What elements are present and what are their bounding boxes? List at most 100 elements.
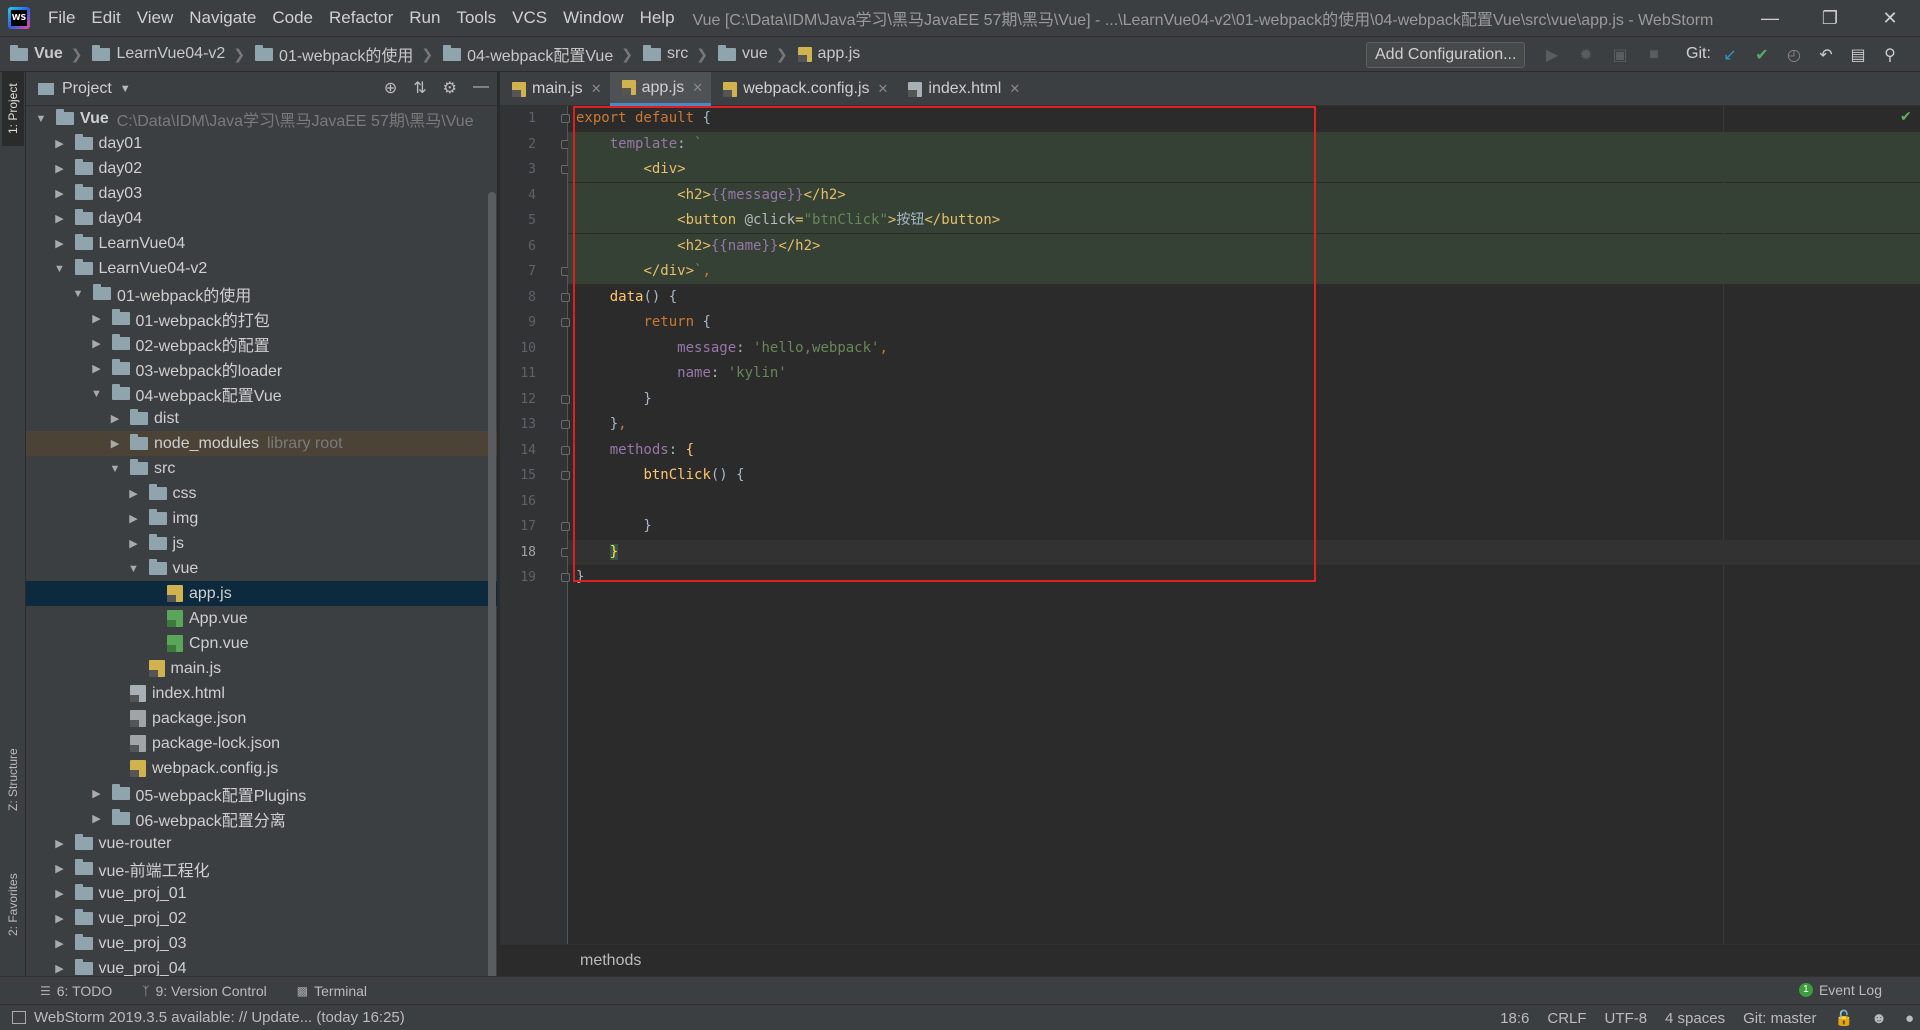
- code-line[interactable]: <button @click="btnClick">按钮</button>: [568, 208, 1920, 233]
- collapsed-arrow-icon[interactable]: ▶: [90, 362, 104, 375]
- memory-icon[interactable]: ●: [1905, 1010, 1914, 1027]
- debug-icon[interactable]: ✹: [1576, 45, 1596, 65]
- editor-tab[interactable]: webpack.config.js ✕: [711, 72, 896, 106]
- window-layout-icon[interactable]: ▤: [1848, 45, 1868, 65]
- expanded-arrow-icon[interactable]: ▼: [90, 388, 104, 400]
- tree-item[interactable]: ▼ LearnVue04-v2: [26, 256, 497, 281]
- tree-item[interactable]: ▶ vue-router: [26, 831, 497, 856]
- tree-item[interactable]: ▶ LearnVue04: [26, 231, 497, 256]
- tool-windows-toggle-icon[interactable]: [12, 1011, 26, 1024]
- tree-item[interactable]: ▼ Vue C:\Data\IDM\Java学习\黑马JavaEE 57期\黑马\V…: [26, 106, 497, 131]
- editor-tab[interactable]: main.js ✕: [500, 72, 610, 106]
- todo-tool-button[interactable]: ☰ 6: TODO: [40, 983, 112, 999]
- collapsed-arrow-icon[interactable]: ▶: [90, 337, 104, 350]
- close-tab-icon[interactable]: ✕: [692, 80, 703, 96]
- code-line[interactable]: <h2>{{name}}</h2>: [568, 233, 1920, 259]
- collapsed-arrow-icon[interactable]: ▶: [53, 937, 67, 950]
- menu-item-tools[interactable]: Tools: [448, 8, 504, 28]
- code-line[interactable]: }: [568, 565, 1920, 590]
- tree-item[interactable]: ▶ 03-webpack的loader: [26, 356, 497, 381]
- menu-item-run[interactable]: Run: [401, 8, 448, 28]
- tree-item[interactable]: ▶ css: [26, 481, 497, 506]
- tree-item[interactable]: ▶ dist: [26, 406, 497, 431]
- collapsed-arrow-icon[interactable]: ▶: [53, 837, 67, 850]
- code-line[interactable]: </div>`,: [568, 259, 1920, 284]
- collapsed-arrow-icon[interactable]: ▶: [53, 862, 67, 875]
- tree-item[interactable]: app.js: [26, 581, 497, 606]
- tree-item[interactable]: ▼ vue: [26, 556, 497, 581]
- expanded-arrow-icon[interactable]: ▼: [71, 288, 85, 300]
- collapse-all-icon[interactable]: ⇅: [413, 78, 426, 98]
- tree-item[interactable]: ▶ js: [26, 531, 497, 556]
- tree-item[interactable]: ▶ vue_proj_04: [26, 956, 497, 976]
- coverage-icon[interactable]: ▣: [1610, 45, 1630, 65]
- code-line[interactable]: },: [568, 412, 1920, 437]
- close-tab-icon[interactable]: ✕: [591, 81, 602, 97]
- code-line[interactable]: methods: {: [568, 438, 1920, 463]
- status-message[interactable]: WebStorm 2019.3.5 available: // Update..…: [12, 1009, 405, 1026]
- git-branch[interactable]: Git: master: [1743, 1010, 1816, 1027]
- breadcrumb-item[interactable]: LearnVue04-v2 ❯: [82, 44, 245, 63]
- indent-setting[interactable]: 4 spaces: [1665, 1010, 1725, 1027]
- chevron-down-icon[interactable]: ▼: [120, 83, 131, 95]
- close-tab-icon[interactable]: ✕: [878, 81, 889, 97]
- search-icon[interactable]: ⚲: [1880, 45, 1900, 65]
- structure-tool-tab[interactable]: Z: Structure: [2, 732, 24, 828]
- code-line[interactable]: btnClick() {: [568, 463, 1920, 488]
- stop-icon[interactable]: ■: [1644, 45, 1664, 65]
- tree-item[interactable]: index.html: [26, 681, 497, 706]
- code-editor[interactable]: 1 2 3 4 5 6 7 8 9 10 11 12 13 14 15 16 17 18 19 export def…: [500, 106, 1920, 944]
- menu-item-navigate[interactable]: Navigate: [181, 8, 264, 28]
- project-tool-tab[interactable]: 1: Project: [2, 72, 24, 146]
- file-encoding[interactable]: UTF-8: [1605, 1010, 1648, 1027]
- tree-item[interactable]: package-lock.json: [26, 731, 497, 756]
- tree-item[interactable]: ▼ 04-webpack配置Vue: [26, 381, 497, 406]
- editor-tab[interactable]: app.js ✕: [609, 72, 712, 106]
- breadcrumb-item[interactable]: vue ❯: [708, 44, 788, 63]
- code-line[interactable]: export default {: [568, 106, 1920, 131]
- expanded-arrow-icon[interactable]: ▼: [108, 463, 122, 475]
- update-project-icon[interactable]: ↙: [1720, 45, 1740, 65]
- tree-item[interactable]: App.vue: [26, 606, 497, 631]
- collapsed-arrow-icon[interactable]: ▶: [53, 887, 67, 900]
- tree-item[interactable]: ▶ vue-前端工程化: [26, 856, 497, 881]
- code-line[interactable]: }: [568, 514, 1920, 539]
- menu-item-file[interactable]: File: [40, 8, 83, 28]
- collapsed-arrow-icon[interactable]: ▶: [90, 312, 104, 325]
- collapsed-arrow-icon[interactable]: ▶: [53, 237, 67, 250]
- inspector-icon[interactable]: ☻: [1871, 1010, 1887, 1027]
- code-line[interactable]: }: [568, 387, 1920, 412]
- tree-item[interactable]: package.json: [26, 706, 497, 731]
- collapsed-arrow-icon[interactable]: ▶: [53, 962, 67, 975]
- tree-item[interactable]: ▶ vue_proj_02: [26, 906, 497, 931]
- tree-item[interactable]: ▶ day04: [26, 206, 497, 231]
- tree-item[interactable]: ▶ 01-webpack的打包: [26, 306, 497, 331]
- commit-icon[interactable]: ✔: [1752, 45, 1772, 65]
- event-log-button[interactable]: 1 Event Log: [1798, 982, 1882, 998]
- collapsed-arrow-icon[interactable]: ▶: [90, 812, 104, 825]
- tree-item[interactable]: ▶ day03: [26, 181, 497, 206]
- breadcrumb-methods[interactable]: methods: [580, 952, 641, 970]
- tree-item[interactable]: ▼ 01-webpack的使用: [26, 281, 497, 306]
- collapsed-arrow-icon[interactable]: ▶: [108, 412, 122, 425]
- code-line[interactable]: <div>: [568, 157, 1920, 182]
- collapsed-arrow-icon[interactable]: ▶: [90, 787, 104, 800]
- tree-item[interactable]: Cpn.vue: [26, 631, 497, 656]
- tree-item[interactable]: ▶ 02-webpack的配置: [26, 331, 497, 356]
- collapsed-arrow-icon[interactable]: ▶: [127, 512, 141, 525]
- collapsed-arrow-icon[interactable]: ▶: [108, 437, 122, 450]
- hide-icon[interactable]: —: [473, 78, 489, 98]
- code-line[interactable]: data() {: [568, 285, 1920, 310]
- tree-item[interactable]: ▶ node_modules library root: [26, 431, 497, 456]
- editor-tab[interactable]: index.html ✕: [896, 72, 1028, 106]
- run-icon[interactable]: ▶: [1542, 45, 1562, 65]
- menu-item-window[interactable]: Window: [555, 8, 631, 28]
- tree-item[interactable]: ▶ img: [26, 506, 497, 531]
- tree-item[interactable]: ▶ 06-webpack配置分离: [26, 806, 497, 831]
- code-line[interactable]: <h2>{{message}}</h2>: [568, 182, 1920, 208]
- menu-item-refactor[interactable]: Refactor: [321, 8, 401, 28]
- collapsed-arrow-icon[interactable]: ▶: [53, 212, 67, 225]
- caret-position[interactable]: 18:6: [1500, 1010, 1529, 1027]
- locate-icon[interactable]: ⊕: [384, 78, 397, 98]
- code-area[interactable]: export default { template: ` <div> <h2>{…: [568, 106, 1920, 944]
